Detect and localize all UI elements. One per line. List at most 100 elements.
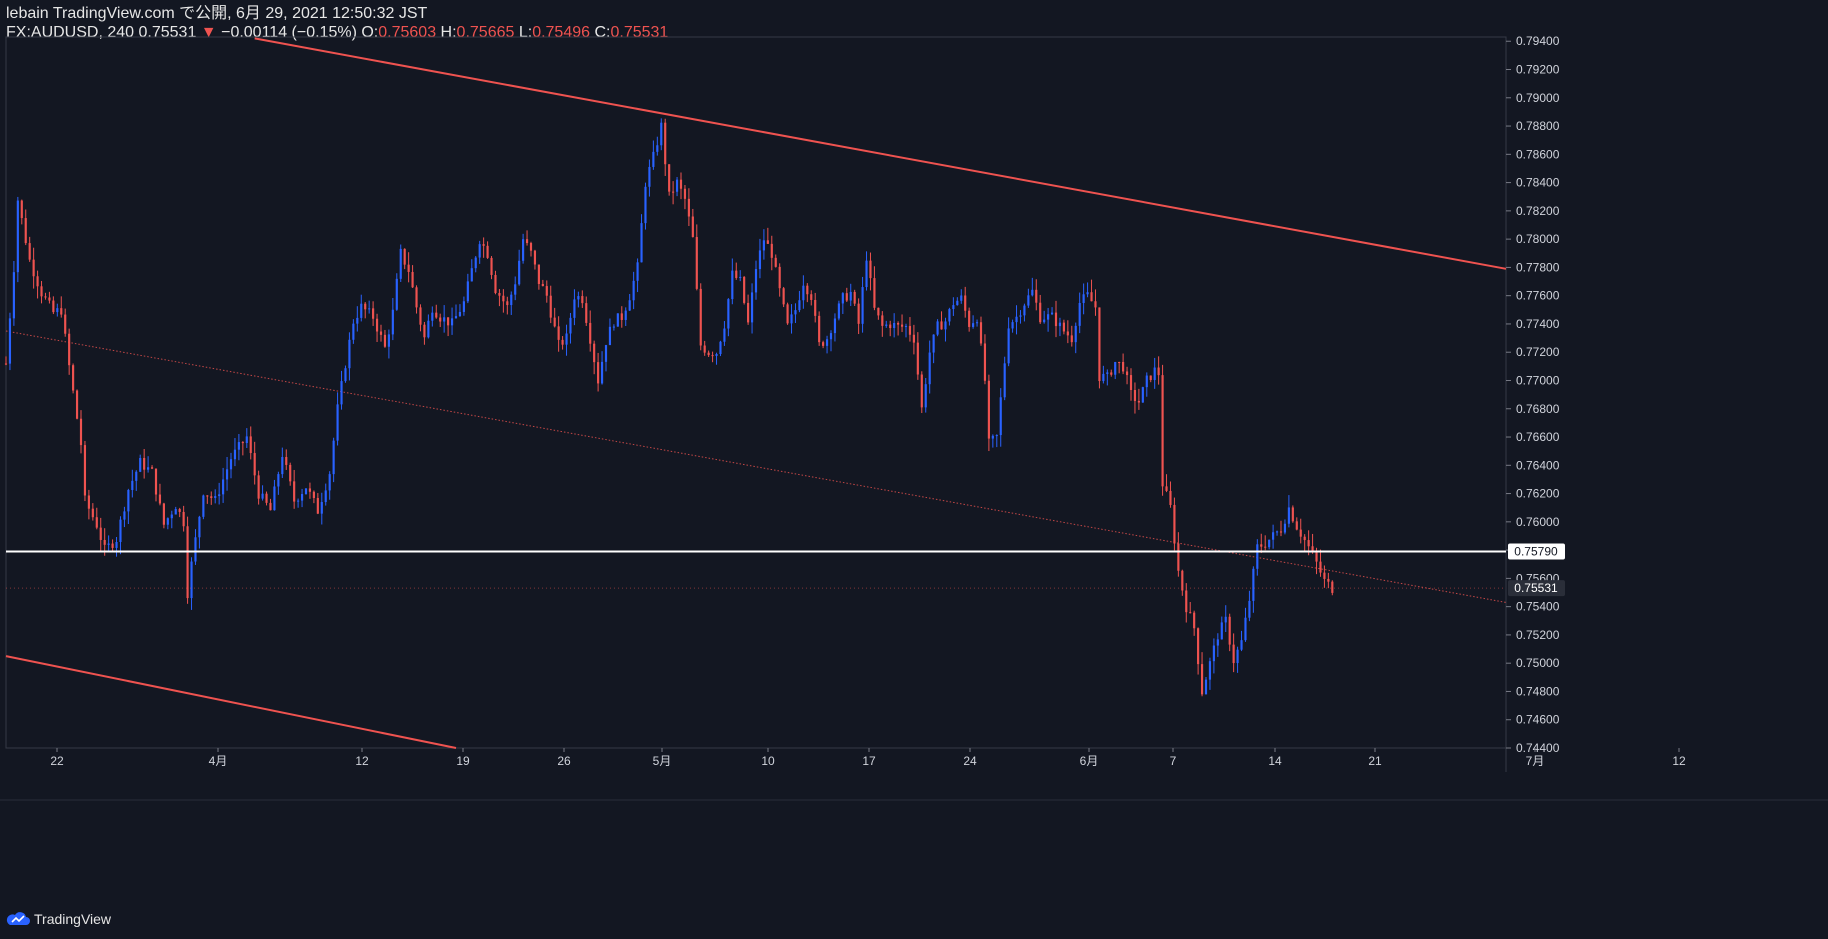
candle-body [727,299,730,329]
y-tick-label: 0.78600 [1516,147,1560,161]
candle-body [545,286,548,296]
candle-body [52,300,55,313]
candle-body [1062,322,1065,332]
candle-body [178,508,181,512]
candle-body [1141,387,1144,403]
candle-body [648,166,651,187]
candle-body [1204,679,1208,695]
candle-body [48,297,51,301]
candle-body [229,459,233,470]
candle-body [190,561,193,599]
x-tick-label: 6月 [1080,754,1099,768]
candle-body [900,324,904,327]
candle-body [960,295,963,301]
candle-body [1074,325,1077,343]
x-tick-label: 21 [1368,754,1382,768]
candle-body [95,517,98,528]
candle-body [928,352,931,385]
candle-body [277,474,280,487]
candle-body [975,322,979,324]
y-tick-label: 0.79000 [1516,91,1560,105]
candle-body [147,467,150,470]
candle-body [983,343,987,381]
price-chart[interactable]: 0.74400 0.74600 0.74800 0.75000 0.75200 0.754… [0,0,1828,939]
candle-body [557,326,560,340]
candle-body [837,303,840,319]
candle-body [249,436,252,454]
tradingview-cloud-icon [6,912,30,925]
candle-body [1086,292,1089,295]
candle-body [415,287,418,308]
candle-body [1058,322,1062,327]
candle-body [553,317,556,327]
last-price-label: 0.75531 [1514,581,1558,595]
candle-body [115,542,118,548]
candle-body [312,491,315,498]
candle-body [916,342,919,375]
candle-body [873,278,876,308]
candle-body [182,511,185,527]
candle-body [624,310,627,320]
candle-body [525,239,529,244]
candle-body [794,310,797,315]
brand-label: TradingView [34,911,112,927]
candle-body [364,303,367,310]
candle-body [849,291,852,301]
candle-body [462,301,465,312]
candle-body [293,481,296,502]
candle-body [549,295,552,318]
candle-body [395,278,398,310]
candle-body [233,449,237,460]
candle-body [387,334,390,347]
candle-body [818,315,821,343]
candle-body [845,293,848,301]
candle-body [439,317,442,322]
candle-body [368,308,371,310]
candle-body [604,345,608,362]
tradingview-logo[interactable]: TradingView [6,911,111,927]
candle-body [1232,644,1235,664]
candle-body [1082,294,1085,303]
candle-body [1240,640,1243,650]
candle-body [1157,367,1160,376]
candle-body [699,288,702,346]
candle-body [1307,540,1310,547]
x-tick-label: 22 [50,754,64,768]
candle-body [1260,544,1263,547]
candle-body [273,486,276,511]
candle-body [470,268,473,282]
candle-body [1197,628,1200,665]
candle-body [225,469,229,480]
candle-body [758,250,762,270]
candle-body [135,471,138,481]
candle-body [782,288,785,305]
candle-body [577,296,580,300]
candle-body [1129,375,1133,391]
candle-body [766,240,769,244]
candle-body [1133,390,1137,401]
candle-body [735,270,738,278]
trendline-lower [5,655,457,749]
candle-body [1102,373,1105,382]
candle-body [1193,612,1196,629]
y-tick-label: 0.75200 [1516,628,1560,642]
candle-body [261,493,264,499]
candle-body [1035,289,1038,303]
candle-body [1011,322,1014,329]
candle-body [139,457,142,472]
candle-body [391,309,394,335]
candle-body [581,296,584,304]
candle-body [1299,529,1302,537]
candle-body [853,291,856,304]
x-tick-label: 10 [761,754,775,768]
candle-body [328,474,331,491]
candle-body [664,122,667,165]
candle-body [1268,539,1271,548]
candle-body [1228,616,1231,645]
candle-body [1019,315,1022,317]
candle-body [687,198,690,217]
candle-body [257,475,260,499]
candle-body [533,250,537,265]
candle-body [36,276,39,287]
candle-body [944,321,947,330]
